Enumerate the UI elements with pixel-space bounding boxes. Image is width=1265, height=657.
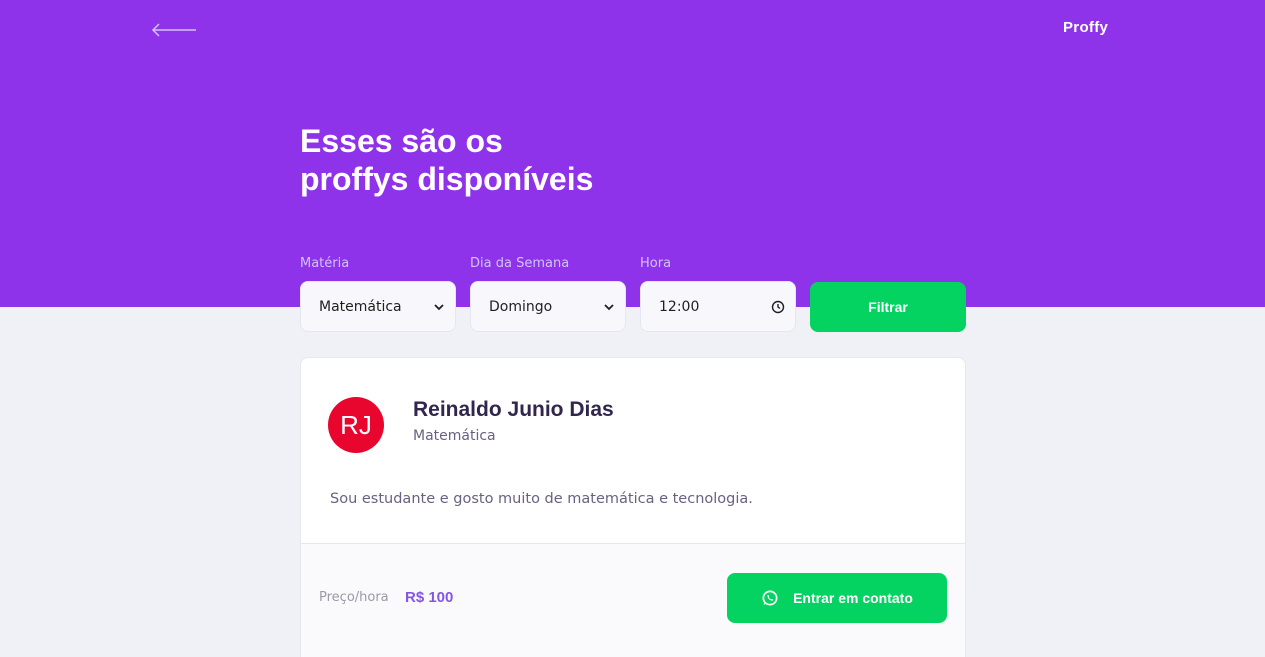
- time-input[interactable]: 12:00: [640, 281, 796, 332]
- whatsapp-icon: [762, 590, 778, 606]
- page-title-line-2: proffys disponíveis: [300, 161, 594, 197]
- page-title: Esses são os proffys disponíveis: [300, 122, 700, 198]
- price-value: R$ 100: [405, 589, 454, 606]
- page-header: Proffy Esses são os proffys disponíveis: [0, 0, 1265, 307]
- chevron-down-icon: [604, 303, 614, 310]
- back-button[interactable]: [150, 20, 198, 40]
- contact-button[interactable]: Entrar em contato: [727, 573, 947, 623]
- teacher-name: Reinaldo Junio Dias: [413, 398, 614, 421]
- subject-label: Matéria: [300, 256, 350, 271]
- chevron-down-icon: [434, 303, 444, 310]
- weekday-select[interactable]: Domingo: [470, 281, 626, 332]
- subject-select-value: Matemática: [319, 298, 402, 315]
- logo: Proffy: [1063, 19, 1109, 36]
- page-title-line-1: Esses são os: [300, 123, 503, 159]
- clock-icon: [771, 300, 785, 313]
- contact-button-label: Entrar em contato: [793, 590, 913, 606]
- time-input-value: 12:00: [659, 298, 700, 315]
- weekday-label: Dia da Semana: [470, 256, 570, 271]
- weekday-select-value: Domingo: [489, 298, 553, 315]
- teacher-bio: Sou estudante e gosto muito de matemátic…: [330, 491, 753, 507]
- time-label: Hora: [640, 256, 672, 271]
- back-arrow-icon: [151, 23, 196, 37]
- subject-select[interactable]: Matemática: [300, 281, 456, 332]
- teacher-subject: Matemática: [413, 428, 496, 444]
- price-label: Preço/hora: [319, 590, 389, 605]
- filter-button[interactable]: Filtrar: [810, 282, 966, 332]
- avatar: RJ: [328, 397, 384, 453]
- teacher-card-footer: Preço/hora R$ 100 Entrar em contato: [301, 543, 965, 657]
- teacher-card: RJ Reinaldo Junio Dias Matemática Sou es…: [300, 357, 966, 657]
